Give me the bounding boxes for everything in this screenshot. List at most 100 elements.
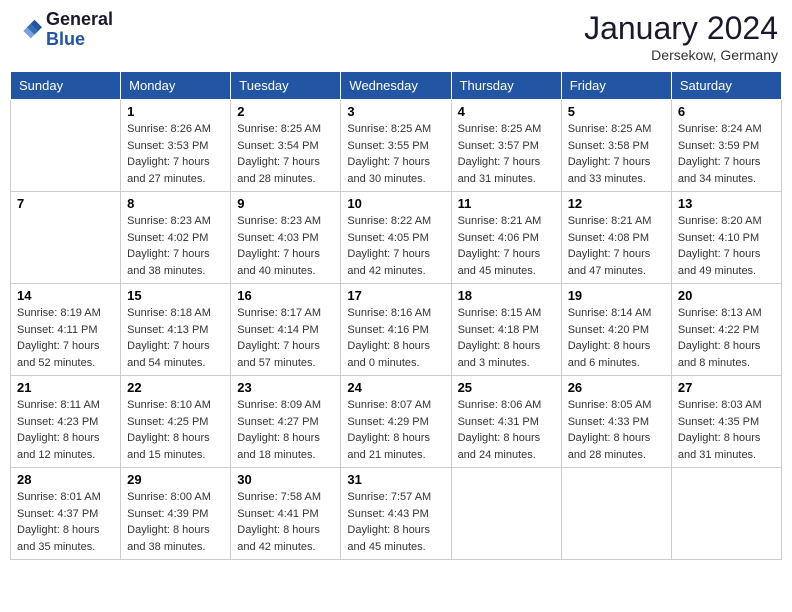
day-number: 9 [237, 196, 334, 211]
day-number: 7 [17, 196, 114, 211]
calendar-cell: 28Sunrise: 8:01 AMSunset: 4:37 PMDayligh… [11, 468, 121, 560]
day-info: Sunrise: 8:16 AMSunset: 4:16 PMDaylight:… [347, 305, 444, 371]
day-info: Sunrise: 8:05 AMSunset: 4:33 PMDaylight:… [568, 397, 665, 463]
day-info: Sunrise: 8:03 AMSunset: 4:35 PMDaylight:… [678, 397, 775, 463]
day-info: Sunrise: 7:58 AMSunset: 4:41 PMDaylight:… [237, 489, 334, 555]
calendar-cell: 7 [11, 192, 121, 284]
calendar-cell: 29 Sunrise: 8:00 AMSunset: 4:39 PMDayligh… [121, 468, 231, 560]
day-info: Sunrise: 8:10 AMSunset: 4:25 PMDaylight:… [127, 397, 224, 463]
calendar-cell [451, 468, 561, 560]
day-number: 17 [347, 288, 444, 303]
day-number: 26 [568, 380, 665, 395]
day-number: 20 [678, 288, 775, 303]
calendar-cell: 21 Sunrise: 8:11 AMSunset: 4:23 PMDayligh… [11, 376, 121, 468]
day-number: 4 [458, 104, 555, 119]
day-info: Sunrise: 7:57 AMSunset: 4:43 PMDaylight:… [347, 489, 444, 555]
calendar-cell [11, 100, 121, 192]
day-number: 27 [678, 380, 775, 395]
calendar-cell: 6 Sunrise: 8:24 AMSunset: 3:59 PMDaylight… [671, 100, 781, 192]
calendar-cell: 26 Sunrise: 8:05 AMSunset: 4:33 PMDayligh… [561, 376, 671, 468]
calendar-cell: 17 Sunrise: 8:16 AMSunset: 4:16 PMDayligh… [341, 284, 451, 376]
calendar-cell: 14 Sunrise: 8:19 AMSunset: 4:11 PMDayligh… [11, 284, 121, 376]
day-info: Sunrise: 8:25 AMSunset: 3:55 PMDaylight:… [347, 121, 444, 187]
calendar-cell [561, 468, 671, 560]
day-info: Sunrise: 8:24 AMSunset: 3:59 PMDaylight:… [678, 121, 775, 187]
day-info: Sunrise: 8:19 AMSunset: 4:11 PMDaylight:… [17, 305, 114, 371]
day-number: 15 [127, 288, 224, 303]
month-title: January 2024 [584, 10, 778, 47]
calendar-cell: 3 Sunrise: 8:25 AMSunset: 3:55 PMDaylight… [341, 100, 451, 192]
calendar-cell: 19 Sunrise: 8:14 AMSunset: 4:20 PMDayligh… [561, 284, 671, 376]
logo-general: General [46, 10, 113, 30]
day-number: 5 [568, 104, 665, 119]
day-number: 8 [127, 196, 224, 211]
day-info: Sunrise: 8:06 AMSunset: 4:31 PMDaylight:… [458, 397, 555, 463]
calendar-cell: 24 Sunrise: 8:07 AMSunset: 4:29 PMDayligh… [341, 376, 451, 468]
calendar-cell: 18 Sunrise: 8:15 AMSunset: 4:18 PMDayligh… [451, 284, 561, 376]
day-number: 25 [458, 380, 555, 395]
day-number: 6 [678, 104, 775, 119]
column-header-monday: Monday [121, 72, 231, 100]
column-header-saturday: Saturday [671, 72, 781, 100]
logo-icon [14, 16, 42, 44]
day-info: Sunrise: 8:11 AMSunset: 4:23 PMDaylight:… [17, 397, 114, 463]
day-number: 19 [568, 288, 665, 303]
calendar-cell: 15 Sunrise: 8:18 AMSunset: 4:13 PMDayligh… [121, 284, 231, 376]
page-header: General Blue January 2024 Dersekow, Germ… [10, 10, 782, 63]
day-number: 16 [237, 288, 334, 303]
calendar-cell [671, 468, 781, 560]
day-number: 13 [678, 196, 775, 211]
day-info: Sunrise: 8:25 AMSunset: 3:57 PMDaylight:… [458, 121, 555, 187]
day-info: Sunrise: 8:01 AMSunset: 4:37 PMDaylight:… [17, 489, 114, 555]
day-number: 29 [127, 472, 224, 487]
day-number: 30 [237, 472, 334, 487]
day-number: 10 [347, 196, 444, 211]
calendar-cell: 9 Sunrise: 8:23 AMSunset: 4:03 PMDaylight… [231, 192, 341, 284]
week-row-5: 28Sunrise: 8:01 AMSunset: 4:37 PMDayligh… [11, 468, 782, 560]
day-number: 18 [458, 288, 555, 303]
column-header-sunday: Sunday [11, 72, 121, 100]
day-info: Sunrise: 8:21 AMSunset: 4:08 PMDaylight:… [568, 213, 665, 279]
calendar-cell: 23 Sunrise: 8:09 AMSunset: 4:27 PMDayligh… [231, 376, 341, 468]
day-info: Sunrise: 8:07 AMSunset: 4:29 PMDaylight:… [347, 397, 444, 463]
day-info: Sunrise: 8:13 AMSunset: 4:22 PMDaylight:… [678, 305, 775, 371]
day-number: 12 [568, 196, 665, 211]
day-info: Sunrise: 8:23 AMSunset: 4:03 PMDaylight:… [237, 213, 334, 279]
week-row-2: 78 Sunrise: 8:23 AMSunset: 4:02 PMDayligh… [11, 192, 782, 284]
calendar-cell: 16 Sunrise: 8:17 AMSunset: 4:14 PMDayligh… [231, 284, 341, 376]
day-number: 1 [127, 104, 224, 119]
day-info: Sunrise: 8:09 AMSunset: 4:27 PMDaylight:… [237, 397, 334, 463]
day-number: 23 [237, 380, 334, 395]
calendar-cell: 30 Sunrise: 7:58 AMSunset: 4:41 PMDayligh… [231, 468, 341, 560]
week-row-3: 14 Sunrise: 8:19 AMSunset: 4:11 PMDayligh… [11, 284, 782, 376]
day-number: 2 [237, 104, 334, 119]
logo-blue: Blue [46, 30, 113, 50]
day-number: 21 [17, 380, 114, 395]
column-header-tuesday: Tuesday [231, 72, 341, 100]
day-info: Sunrise: 8:14 AMSunset: 4:20 PMDaylight:… [568, 305, 665, 371]
location: Dersekow, Germany [584, 47, 778, 63]
column-header-wednesday: Wednesday [341, 72, 451, 100]
day-info: Sunrise: 8:00 AMSunset: 4:39 PMDaylight:… [127, 489, 224, 555]
day-info: Sunrise: 8:18 AMSunset: 4:13 PMDaylight:… [127, 305, 224, 371]
calendar-cell: 31 Sunrise: 7:57 AMSunset: 4:43 PMDayligh… [341, 468, 451, 560]
day-number: 31 [347, 472, 444, 487]
day-info: Sunrise: 8:15 AMSunset: 4:18 PMDaylight:… [458, 305, 555, 371]
day-number: 14 [17, 288, 114, 303]
week-row-4: 21 Sunrise: 8:11 AMSunset: 4:23 PMDayligh… [11, 376, 782, 468]
calendar-cell: 11Sunrise: 8:21 AMSunset: 4:06 PMDayligh… [451, 192, 561, 284]
day-number: 24 [347, 380, 444, 395]
day-info: Sunrise: 8:17 AMSunset: 4:14 PMDaylight:… [237, 305, 334, 371]
day-info: Sunrise: 8:21 AMSunset: 4:06 PMDaylight:… [458, 213, 555, 279]
column-header-thursday: Thursday [451, 72, 561, 100]
day-number: 3 [347, 104, 444, 119]
calendar-header-row: SundayMondayTuesdayWednesdayThursdayFrid… [11, 72, 782, 100]
calendar-cell: 13 Sunrise: 8:20 AMSunset: 4:10 PMDayligh… [671, 192, 781, 284]
day-info: Sunrise: 8:20 AMSunset: 4:10 PMDaylight:… [678, 213, 775, 279]
day-number: 22 [127, 380, 224, 395]
day-info: Sunrise: 8:23 AMSunset: 4:02 PMDaylight:… [127, 213, 224, 279]
calendar-cell: 4 Sunrise: 8:25 AMSunset: 3:57 PMDaylight… [451, 100, 561, 192]
column-header-friday: Friday [561, 72, 671, 100]
calendar-cell: 1 Sunrise: 8:26 AMSunset: 3:53 PMDaylight… [121, 100, 231, 192]
day-info: Sunrise: 8:26 AMSunset: 3:53 PMDaylight:… [127, 121, 224, 187]
